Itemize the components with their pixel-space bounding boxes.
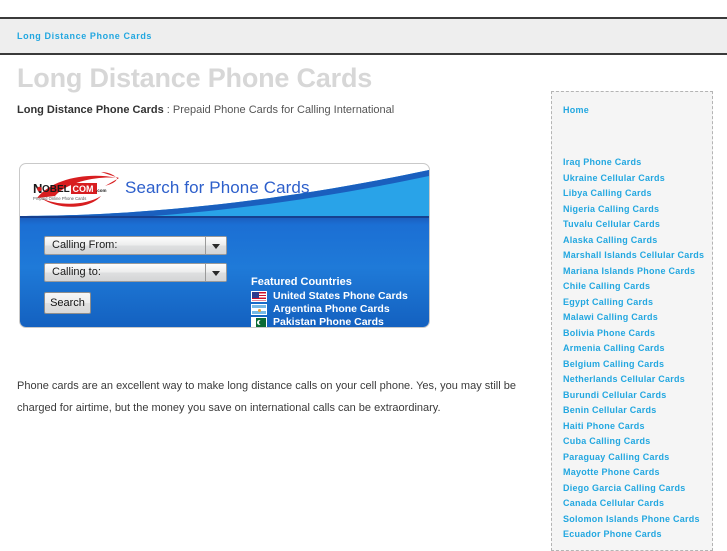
subtitle-rest: : Prepaid Phone Cards for Calling Intern… [163, 104, 395, 116]
widget-body-panel: Calling From: Calling to: Search Feature… [20, 216, 429, 327]
sidebar-item-diego-garcia-calling-cards[interactable]: Diego Garcia Calling Cards [563, 483, 708, 494]
top-navigation-bar: Long Distance Phone Cards [0, 17, 727, 55]
chevron-down-icon[interactable] [205, 237, 226, 254]
svg-text:COM: COM [73, 184, 94, 194]
sidebar-item-tuvalu-cellular-cards[interactable]: Tuvalu Cellular Cards [563, 219, 708, 230]
widget-title: Search for Phone Cards [125, 178, 310, 197]
sidebar: Home Iraq Phone Cards Ukraine Cellular Ca… [551, 91, 713, 551]
sidebar-item-burundi-cellular-cards[interactable]: Burundi Cellular Cards [563, 390, 708, 401]
sidebar-item-nigeria-calling-cards[interactable]: Nigeria Calling Cards [563, 204, 708, 215]
nav-link-long-distance-phone-cards[interactable]: Long Distance Phone Cards [17, 31, 152, 41]
sidebar-link-list: Iraq Phone Cards Ukraine Cellular Cards Li… [552, 157, 712, 545]
sidebar-item-belgium-calling-cards[interactable]: Belgium Calling Cards [563, 359, 708, 370]
sidebar-item-marshall-islands-cellular-cards[interactable]: Marshall Islands Cellular Cards [563, 250, 708, 261]
sidebar-item-paraguay-calling-cards[interactable]: Paraguay Calling Cards [563, 452, 708, 463]
sidebar-item-bolivia-phone-cards[interactable]: Bolivia Phone Cards [563, 328, 708, 339]
sidebar-item-armenia-calling-cards[interactable]: Armenia Calling Cards [563, 343, 708, 354]
widget-header: N OBEL COM .com Prepaid Online Phone Car… [20, 164, 429, 222]
page-subtitle: Long Distance Phone Cards : Prepaid Phon… [17, 104, 394, 116]
calling-to-select[interactable]: Calling to: [44, 263, 227, 282]
sidebar-item-iraq-phone-cards[interactable]: Iraq Phone Cards [563, 157, 708, 168]
svg-text:Prepaid Online Phone Cards: Prepaid Online Phone Cards [33, 196, 86, 201]
sidebar-item-home[interactable]: Home [563, 105, 708, 116]
flag-united-states-icon [251, 291, 267, 302]
sidebar-item-chile-calling-cards[interactable]: Chile Calling Cards [563, 281, 708, 292]
sidebar-item-mariana-islands-phone-cards[interactable]: Mariana Islands Phone Cards [563, 266, 708, 277]
subtitle-strong: Long Distance Phone Cards [17, 104, 164, 116]
calling-from-select[interactable]: Calling From: [44, 236, 227, 255]
country-link-argentina[interactable]: Argentina Phone Cards [273, 303, 390, 315]
calling-to-label: Calling to: [52, 266, 101, 278]
svg-text:OBEL: OBEL [42, 184, 70, 195]
svg-text:.com: .com [96, 188, 107, 193]
search-button[interactable]: Search [44, 292, 91, 314]
body-paragraph: Phone cards are an excellent way to make… [17, 380, 516, 414]
sidebar-item-alaska-calling-cards[interactable]: Alaska Calling Cards [563, 235, 708, 246]
sidebar-item-canada-cellular-cards[interactable]: Canada Cellular Cards [563, 498, 708, 509]
featured-countries-heading: Featured Countries [251, 276, 352, 288]
sidebar-item-benin-cellular-cards[interactable]: Benin Cellular Cards [563, 405, 708, 416]
sidebar-item-ecuador-phone-cards[interactable]: Ecuador Phone Cards [563, 529, 708, 540]
sidebar-item-egypt-calling-cards[interactable]: Egypt Calling Cards [563, 297, 708, 308]
sidebar-item-ukraine-cellular-cards[interactable]: Ukraine Cellular Cards [563, 173, 708, 184]
sidebar-item-solomon-islands-phone-cards[interactable]: Solomon Islands Phone Cards [563, 514, 708, 525]
sidebar-item-mayotte-phone-cards[interactable]: Mayotte Phone Cards [563, 467, 708, 478]
sidebar-item-cuba-calling-cards[interactable]: Cuba Calling Cards [563, 436, 708, 447]
sidebar-item-libya-calling-cards[interactable]: Libya Calling Cards [563, 188, 708, 199]
calling-from-label: Calling From: [52, 239, 118, 251]
page-title: Long Distance Phone Cards [17, 63, 373, 93]
flag-argentina-icon [251, 304, 267, 315]
sidebar-item-malawi-calling-cards[interactable]: Malawi Calling Cards [563, 312, 708, 323]
nobelcom-logo[interactable]: N OBEL COM .com Prepaid Online Phone Car… [31, 172, 123, 210]
country-link-united-states[interactable]: United States Phone Cards [273, 290, 408, 302]
nobelcom-search-widget: N OBEL COM .com Prepaid Online Phone Car… [19, 163, 430, 328]
country-link-pakistan[interactable]: Pakistan Phone Cards [273, 316, 384, 327]
flag-pakistan-icon [251, 317, 267, 327]
sidebar-item-haiti-phone-cards[interactable]: Haiti Phone Cards [563, 421, 708, 432]
chevron-down-icon[interactable] [205, 264, 226, 281]
sidebar-item-netherlands-cellular-cards[interactable]: Netherlands Cellular Cards [563, 374, 708, 385]
